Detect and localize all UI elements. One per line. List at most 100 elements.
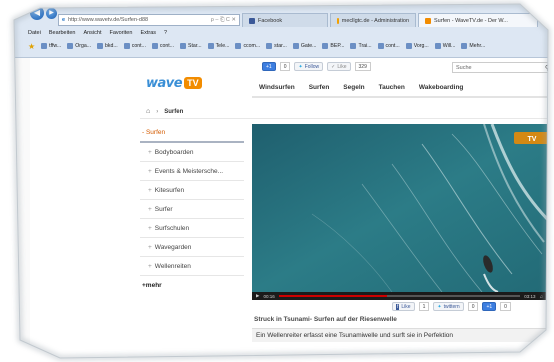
favorite-label: tffw... (49, 43, 62, 49)
breadcrumb-separator-icon: › (156, 108, 159, 115)
favorite-label: cont... (131, 43, 146, 49)
back-button[interactable]: ◀ (30, 6, 44, 20)
sidebar-header[interactable]: - Surfen (140, 124, 244, 143)
twitter-follow-label: Follow (304, 63, 320, 70)
favorite-label: Tele... (215, 43, 230, 49)
nav-item[interactable]: Tauchen (379, 84, 405, 91)
home-icon[interactable]: ⌂ (146, 108, 150, 115)
browser-tab[interactable]: Facebook (242, 13, 328, 27)
favorite-label: Trai... (358, 43, 372, 49)
logo-badge: TV (184, 77, 202, 89)
wavetv-logo[interactable]: wave TV (146, 72, 210, 94)
favorite-page-icon (434, 43, 441, 49)
address-bar-icons[interactable]: ρ ‒ ⎗ C ✕ (211, 17, 236, 24)
favorite-item[interactable]: cont... (151, 43, 175, 49)
browser-chrome: ◀ ▶ e http://www.wavetv.de/Surfen-d88 ρ … (0, 0, 554, 58)
favorite-page-icon (266, 43, 273, 49)
favorite-label: star... (274, 43, 287, 49)
fullscreen-icon[interactable]: ⛶ (547, 294, 550, 299)
browser-tab[interactable]: Surfen - WaveTV.de - Der W... (418, 13, 538, 27)
search-placeholder: Suche (456, 64, 472, 71)
twitter-icon: ✦ (437, 303, 442, 310)
sidebar-item[interactable]: + Surfer (140, 200, 244, 219)
favorite-label: Gate... (300, 43, 317, 49)
favorite-label: ccom... (243, 43, 261, 49)
nav-item[interactable]: Windsurfen (259, 84, 295, 91)
favorite-label: BEP... (330, 43, 345, 49)
sidebar-item[interactable]: + Wellenreiten (140, 257, 244, 276)
browser-tab[interactable]: mecllgtc.de - Administration (330, 13, 416, 27)
sidebar-item[interactable]: + Surfschulen (140, 219, 244, 238)
time-current: 00:16 (263, 293, 275, 299)
sidebar-item-label: Surfschulen (154, 224, 190, 232)
facebook-like-button[interactable]: ✓ Like (327, 62, 351, 71)
nav-item[interactable]: Wakeboarding (419, 84, 464, 91)
volume-icon[interactable]: ♫ (539, 294, 542, 299)
video-progress-bar[interactable] (278, 295, 521, 297)
sidebar-more-link[interactable]: + mehr (140, 276, 244, 295)
thumbs-up-icon: ✓ (331, 63, 336, 70)
sidebar-item-label: Wavegarden (154, 243, 192, 251)
play-icon[interactable]: ▶ (256, 293, 259, 299)
twitter-follow-button[interactable]: ✦ Follow (294, 62, 324, 71)
nav-item[interactable]: Surfen (309, 84, 330, 91)
favorite-item[interactable]: Gate... (292, 43, 317, 49)
favorite-label: bkd... (105, 43, 118, 49)
menu-item[interactable]: Extras (140, 30, 156, 36)
favorite-item[interactable]: BEP... (322, 43, 344, 49)
favorite-item[interactable]: star... (266, 43, 287, 49)
tab-label: Facebook (258, 17, 283, 24)
video-player[interactable]: TV (252, 124, 554, 292)
gplus-button[interactable]: +1 (262, 62, 276, 71)
plus-icon: + (148, 205, 152, 213)
favorite-item[interactable]: Orga... (67, 43, 91, 49)
favorite-label: cont... (159, 43, 175, 49)
favorite-item[interactable]: ccom... (235, 43, 260, 49)
sidebar-item-label: Events & Meistersche... (154, 167, 224, 175)
sidebar-item[interactable]: + Kitesurfen (140, 181, 244, 200)
menu-item[interactable]: Ansicht (83, 30, 101, 36)
logo-text: wave (146, 75, 183, 91)
favorite-item[interactable]: Vorg... (405, 43, 429, 49)
search-input[interactable]: Suche ⚲ (452, 62, 554, 73)
favorite-item[interactable]: Tele... (207, 43, 230, 49)
nav-item[interactable]: Segeln (343, 84, 364, 91)
facebook-icon: f (396, 303, 400, 310)
tab-favicon-icon (425, 17, 431, 24)
favorites-star-icon[interactable]: ★ (28, 42, 35, 51)
favorite-item[interactable]: Trai... (350, 43, 372, 49)
favorite-item[interactable]: tffw... (41, 43, 61, 49)
sidebar-item[interactable]: + Bodyboarden (140, 143, 244, 162)
favorite-item[interactable]: cont... (377, 43, 400, 49)
share-tweet-button[interactable]: ✦ twittern (433, 302, 464, 311)
favorite-label: cont... (385, 43, 400, 49)
favorite-item[interactable]: Mehr... (461, 43, 485, 49)
breadcrumb: ⌂ › Surfen (140, 105, 554, 119)
gplus-count: 0 (279, 62, 291, 71)
favorite-label: Mehr... (469, 43, 486, 49)
breadcrumb-current[interactable]: Surfen (164, 109, 183, 115)
tab-strip: Facebook mecllgtc.de - Administration Surf… (242, 13, 538, 27)
favorite-item[interactable]: cont... (123, 43, 146, 49)
menu-item[interactable]: Bearbeiten (49, 30, 76, 36)
favorite-item[interactable]: Star... (180, 43, 202, 49)
share-gplus-button[interactable]: +1 (482, 302, 497, 311)
share-like-button[interactable]: f Like (392, 302, 415, 311)
menu-bar: Datei Bearbeiten Ansicht Favoriten Extras? (28, 30, 167, 36)
social-buttons: +1 0 ✦ Follow ✓ Like 329 (262, 62, 371, 71)
favorite-item[interactable]: bkd... (97, 43, 118, 49)
video-controls: ▶ 00:16 03:13 ♫ ⛶ (252, 292, 554, 300)
address-bar[interactable]: e http://www.wavetv.de/Surfen-d88 ρ ‒ ⎗ … (58, 14, 240, 26)
favorite-page-icon (97, 43, 104, 49)
sidebar-item[interactable]: + Wavegarden (140, 238, 244, 257)
forward-button[interactable]: ▶ (46, 8, 57, 19)
sidebar-item[interactable]: + Events & Meistersche... (140, 162, 244, 181)
plus-icon: + (148, 262, 152, 270)
plus-icon: + (148, 243, 152, 251)
sidebar-item-label: Wellenreiten (154, 262, 191, 270)
menu-item[interactable]: Favoriten (110, 30, 133, 36)
menu-item[interactable]: ? (164, 30, 167, 36)
search-icon[interactable]: ⚲ (545, 64, 550, 72)
favorite-item[interactable]: Will... (434, 43, 455, 49)
menu-item[interactable]: Datei (28, 30, 41, 36)
